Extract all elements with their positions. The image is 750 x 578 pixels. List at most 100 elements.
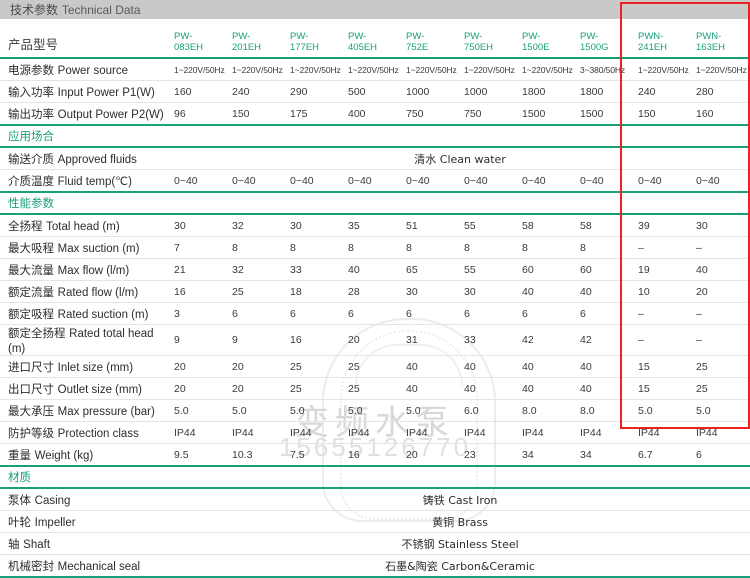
label-cn: 最大流量 — [8, 262, 54, 277]
model-suffix: 752E — [406, 42, 429, 54]
cell-output-power-5: 750 — [460, 102, 518, 126]
row-label-output-power: 输出功率 Output Power P2(W) — [0, 102, 170, 126]
cell-inlet-size-6: 40 — [518, 355, 576, 378]
cell-max-pressure-8: 5.0 — [634, 399, 692, 422]
cell-total-head-4: 51 — [402, 214, 460, 237]
cell-max-flow-1: 32 — [228, 258, 286, 281]
label-en: Weight (kg) — [34, 449, 94, 462]
table-row: 出口尺寸 Outlet size (mm) 20 20 25 25 40 40 … — [0, 377, 750, 400]
label-cn: 额定吸程 — [8, 306, 54, 321]
cell-output-power-9: 160 — [692, 102, 750, 126]
model-prefix: PW- — [406, 31, 425, 43]
label-en: Outlet size (mm) — [57, 383, 142, 396]
cell-max-suction-6: 8 — [518, 236, 576, 259]
label-en: Fluid temp(℃) — [57, 175, 132, 188]
cell-rated-total-head-0: 9 — [170, 324, 228, 356]
cell-max-pressure-9: 5.0 — [692, 399, 750, 422]
cell-outlet-size-6: 40 — [518, 377, 576, 400]
cell-inlet-size-0: 20 — [170, 355, 228, 378]
cell-max-pressure-0: 5.0 — [170, 399, 228, 422]
cell-max-pressure-6: 8.0 — [518, 399, 576, 422]
cell-power-source-1: 1~220V/50Hz — [228, 58, 286, 81]
cell-input-power-1: 240 — [228, 80, 286, 103]
cell-weight-7: 34 — [576, 443, 634, 467]
cell-rated-suction-2: 6 — [286, 302, 344, 325]
cell-rated-flow-2: 18 — [286, 280, 344, 303]
cell-total-head-9: 30 — [692, 214, 750, 237]
cell-input-power-9: 280 — [692, 80, 750, 103]
cell-outlet-size-8: 15 — [634, 377, 692, 400]
cell-casing-merged: 铸铁 Cast Iron — [170, 488, 750, 511]
cell-output-power-3: 400 — [344, 102, 402, 126]
cell-rated-total-head-6: 42 — [518, 324, 576, 356]
label-cn: 最大吸程 — [8, 240, 54, 255]
model-header-row: 产品型号 PW- 083EH PW- 201EH PW- 177EH PW- 405EH… — [0, 19, 750, 59]
label-cn: 重量 — [8, 447, 31, 462]
cell-power-source-9: 1~220V/50Hz — [692, 58, 750, 81]
cell-mechanical-seal-merged: 石墨&陶瓷 Carbon&Ceramic — [170, 554, 750, 578]
cell-max-suction-4: 8 — [402, 236, 460, 259]
model-prefix: PW- — [174, 31, 193, 43]
cell-total-head-3: 35 — [344, 214, 402, 237]
cell-weight-4: 20 — [402, 443, 460, 467]
model-prefix: PW- — [580, 31, 599, 43]
label-en: Max suction (m) — [57, 242, 140, 255]
table-row: 额定流量 Rated flow (l/m) 16 25 18 28 30 30 … — [0, 280, 750, 303]
cell-fluid-temp-4: 0~40 — [402, 169, 460, 193]
table-row: 电源参数 Power source 1~220V/50Hz 1~220V/50H… — [0, 58, 750, 81]
cell-power-source-4: 1~220V/50Hz — [402, 58, 460, 81]
cell-rated-suction-8: – — [634, 302, 692, 325]
label-en: Impeller — [34, 516, 76, 529]
model-suffix: 1500E — [522, 42, 550, 54]
row-label-max-flow: 最大流量 Max flow (l/m) — [0, 258, 170, 281]
cell-inlet-size-1: 20 — [228, 355, 286, 378]
cell-protection-class-0: IP44 — [170, 421, 228, 444]
cell-total-head-0: 30 — [170, 214, 228, 237]
cell-output-power-0: 96 — [170, 102, 228, 126]
cell-max-pressure-7: 8.0 — [576, 399, 634, 422]
model-suffix: 1500G — [580, 42, 609, 54]
model-suffix: 241EH — [638, 42, 668, 54]
cell-output-power-7: 1500 — [576, 102, 634, 126]
row-label-rated-suction: 额定吸程 Rated suction (m) — [0, 302, 170, 325]
cell-protection-class-9: IP44 — [692, 421, 750, 444]
cell-fluid-temp-8: 0~40 — [634, 169, 692, 193]
cell-approved-fluids-merged: 清水 Clean water — [170, 147, 750, 170]
cell-rated-total-head-3: 20 — [344, 324, 402, 356]
column-header-model-8: PWN- 241EH — [634, 19, 692, 59]
cell-max-suction-3: 8 — [344, 236, 402, 259]
row-label-inlet-size: 进口尺寸 Inlet size (mm) — [0, 355, 170, 378]
column-header-model-5: PW- 750EH — [460, 19, 518, 59]
cell-input-power-5: 1000 — [460, 80, 518, 103]
table-row: 额定吸程 Rated suction (m) 3 6 6 6 6 6 6 6 –… — [0, 302, 750, 325]
cell-fluid-temp-3: 0~40 — [344, 169, 402, 193]
model-prefix: PW- — [348, 31, 367, 43]
cell-outlet-size-5: 40 — [460, 377, 518, 400]
cell-shaft-merged: 不锈钢 Stainless Steel — [170, 532, 750, 555]
row-label-power-source: 电源参数 Power source — [0, 58, 170, 81]
cell-output-power-8: 150 — [634, 102, 692, 126]
cell-max-flow-8: 19 — [634, 258, 692, 281]
banner-cell: 技术参数 Technical Data — [0, 0, 750, 19]
cell-input-power-2: 290 — [286, 80, 344, 103]
cell-outlet-size-4: 40 — [402, 377, 460, 400]
cell-fluid-temp-5: 0~40 — [460, 169, 518, 193]
cell-power-source-0: 1~220V/50Hz — [170, 58, 228, 81]
column-header-model-6: PW- 1500E — [518, 19, 576, 59]
label-cn: 额定全扬程 — [8, 326, 66, 340]
cell-input-power-6: 1800 — [518, 80, 576, 103]
cell-power-source-5: 1~220V/50Hz — [460, 58, 518, 81]
cell-weight-9: 6 — [692, 443, 750, 467]
table-row: 泵体 Casing 铸铁 Cast Iron — [0, 488, 750, 511]
row-label-model: 产品型号 — [0, 19, 170, 59]
column-header-model-2: PW- 177EH — [286, 19, 344, 59]
cell-rated-flow-9: 20 — [692, 280, 750, 303]
cell-inlet-size-9: 25 — [692, 355, 750, 378]
cell-power-source-8: 1~220V/50Hz — [634, 58, 692, 81]
table-row: 重量 Weight (kg) 9.5 10.3 7.5 16 20 23 34 … — [0, 443, 750, 467]
cell-power-source-2: 1~220V/50Hz — [286, 58, 344, 81]
label-cn: 输送介质 — [8, 151, 54, 166]
label-cn: 全扬程 — [8, 218, 43, 233]
cell-max-flow-4: 65 — [402, 258, 460, 281]
cell-outlet-size-7: 40 — [576, 377, 634, 400]
